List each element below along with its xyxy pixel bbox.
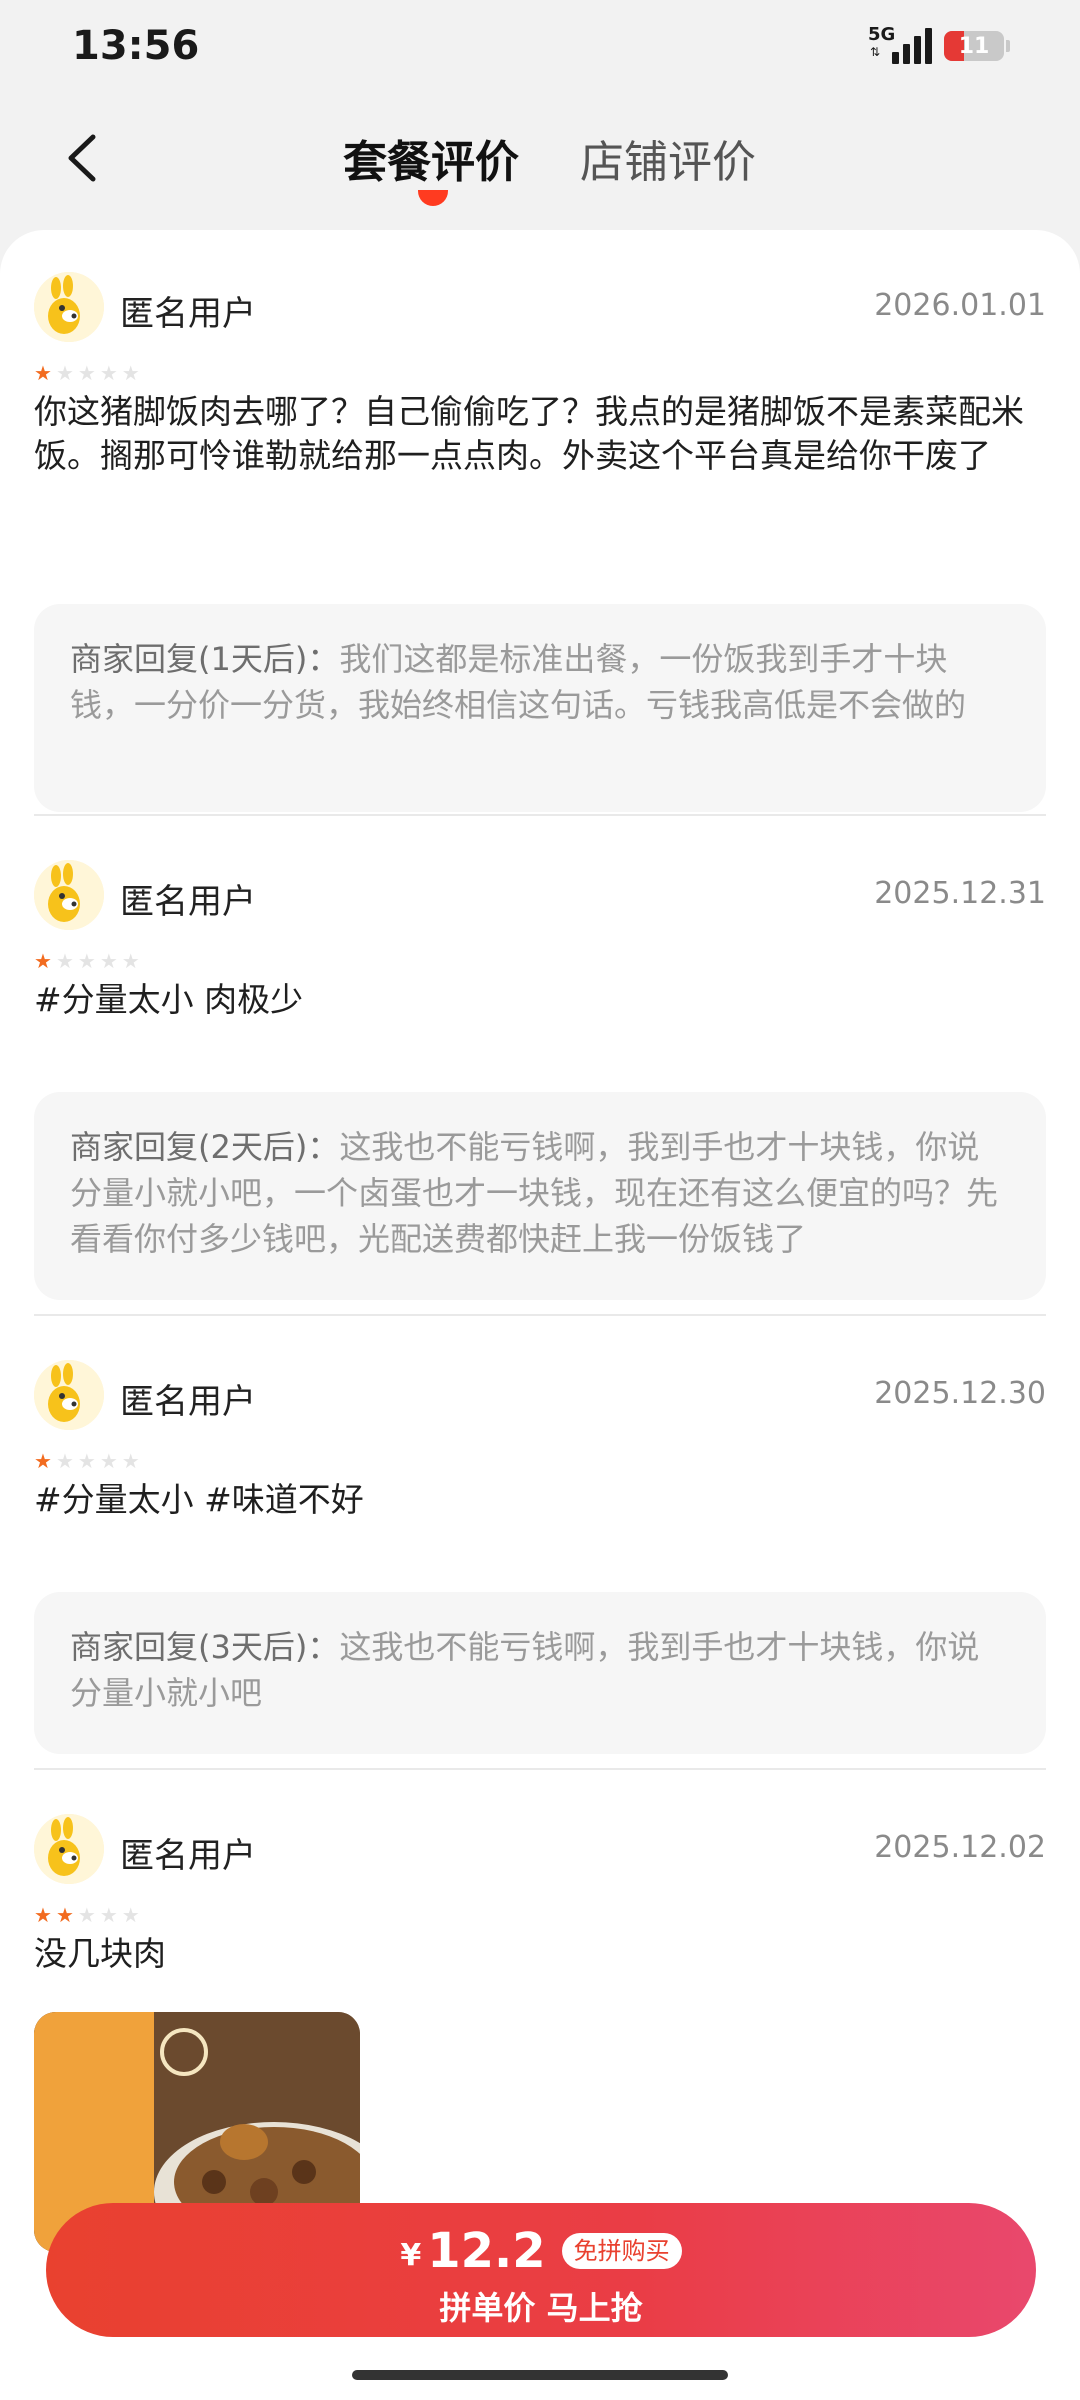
merchant-reply: 商家回复(1天后)：我们这都是标准出餐，一份饭我到手才十块钱，一分价一分货，我始…: [34, 604, 1046, 812]
currency-symbol: ¥: [400, 2238, 422, 2273]
group-buy-button[interactable]: ¥ 12.2 免拼购买 拼单价 马上抢: [46, 2203, 1036, 2337]
star-empty-icon: ★: [99, 361, 118, 385]
avatar[interactable]: [34, 860, 104, 930]
review-item: 匿名用户 2025.12.31 ★ ★ ★ ★ ★ #分量太小 肉极少 商家回复…: [34, 860, 1046, 1300]
reply-label: 商家回复(2天后)：: [70, 1128, 340, 1166]
username: 匿名用户: [120, 294, 256, 334]
price: 12.2: [427, 2223, 546, 2279]
review-item: 匿名用户 2025.12.30 ★ ★ ★ ★ ★ #分量太小 #味道不好 商家…: [34, 1360, 1046, 1754]
status-icons: 5G ⇅ 11: [868, 26, 1010, 66]
star-empty-icon: ★: [55, 361, 74, 385]
star-filled-icon: ★: [55, 1903, 74, 1927]
review-date: 2025.12.02: [874, 1830, 1046, 1865]
star-rating: ★ ★ ★ ★ ★: [34, 1904, 140, 1926]
header: 套餐评价 店铺评价: [0, 92, 1080, 230]
battery-icon: 11: [944, 31, 1004, 61]
kangaroo-avatar-icon: [34, 1814, 104, 1884]
star-empty-icon: ★: [121, 361, 140, 385]
divider: [34, 1314, 1046, 1316]
star-empty-icon: ★: [77, 1903, 96, 1927]
review-date: 2026.01.01: [874, 288, 1046, 323]
star-empty-icon: ★: [121, 1903, 140, 1927]
username: 匿名用户: [120, 882, 256, 922]
username: 匿名用户: [120, 1836, 256, 1876]
chevron-left-icon: [68, 134, 96, 182]
status-time: 13:56: [72, 23, 200, 69]
data-arrows-icon: ⇅: [870, 45, 881, 59]
merchant-reply: 商家回复(2天后)：这我也不能亏钱啊，我到手也才十块钱，你说分量小就小吧，一个卤…: [34, 1092, 1046, 1300]
review-text: 你这猪脚饭肉去哪了？自己偷偷吃了？我点的是猪脚饭不是素菜配米饭。搁那可怜谁勒就给…: [34, 392, 1024, 475]
star-filled-icon: ★: [34, 361, 52, 385]
review-date: 2025.12.30: [874, 1376, 1046, 1411]
avatar[interactable]: [34, 1814, 104, 1884]
cellular-signal-icon: 5G ⇅: [868, 26, 932, 66]
divider: [34, 1768, 1046, 1770]
avatar[interactable]: [34, 1360, 104, 1430]
button-subtitle: 拼单价 马上抢: [439, 2289, 643, 2327]
buy-without-group-badge[interactable]: 免拼购买: [561, 2233, 682, 2269]
tab-package-reviews[interactable]: 套餐评价: [343, 126, 519, 190]
star-empty-icon: ★: [77, 361, 96, 385]
star-rating: ★ ★ ★ ★ ★: [34, 950, 140, 972]
username: 匿名用户: [120, 1382, 256, 1422]
star-filled-icon: ★: [34, 949, 52, 973]
active-tab-indicator: [418, 190, 448, 206]
review-item: 匿名用户 2025.12.02 ★ ★ ★ ★ ★ 没几块肉: [34, 1814, 1046, 2252]
star-empty-icon: ★: [99, 949, 118, 973]
back-button[interactable]: [52, 128, 112, 188]
star-filled-icon: ★: [34, 1449, 52, 1473]
star-empty-icon: ★: [77, 949, 96, 973]
tab-store-reviews[interactable]: 店铺评价: [580, 126, 756, 190]
star-empty-icon: ★: [121, 1449, 140, 1473]
merchant-reply: 商家回复(3天后)：这我也不能亏钱啊，我到手也才十块钱，你说分量小就小吧: [34, 1592, 1046, 1754]
reply-label: 商家回复(3天后)：: [70, 1628, 340, 1666]
review-text: 没几块肉: [34, 1934, 166, 1973]
home-indicator[interactable]: [352, 2370, 728, 2380]
review-item: 匿名用户 2026.01.01 ★ ★ ★ ★ ★ 你这猪脚饭肉去哪了？自己偷偷…: [34, 272, 1046, 812]
star-rating: ★ ★ ★ ★ ★: [34, 362, 140, 384]
divider: [34, 814, 1046, 816]
star-empty-icon: ★: [55, 949, 74, 973]
reply-label: 商家回复(1天后)：: [70, 640, 340, 678]
star-empty-icon: ★: [77, 1449, 96, 1473]
star-empty-icon: ★: [99, 1903, 118, 1927]
reviews-list[interactable]: 匿名用户 2026.01.01 ★ ★ ★ ★ ★ 你这猪脚饭肉去哪了？自己偷偷…: [0, 230, 1080, 2400]
status-bar: 13:56 5G ⇅ 11: [0, 0, 1080, 92]
star-rating: ★ ★ ★ ★ ★: [34, 1450, 140, 1472]
star-empty-icon: ★: [55, 1449, 74, 1473]
battery-level: 11: [958, 33, 990, 59]
star-empty-icon: ★: [121, 949, 140, 973]
review-text: #分量太小 肉极少: [34, 980, 304, 1019]
kangaroo-avatar-icon: [34, 860, 104, 930]
avatar[interactable]: [34, 272, 104, 342]
review-text: #分量太小 #味道不好: [34, 1480, 364, 1519]
kangaroo-avatar-icon: [34, 1360, 104, 1430]
star-empty-icon: ★: [99, 1449, 118, 1473]
review-date: 2025.12.31: [874, 876, 1046, 911]
star-filled-icon: ★: [34, 1903, 52, 1927]
kangaroo-avatar-icon: [34, 272, 104, 342]
